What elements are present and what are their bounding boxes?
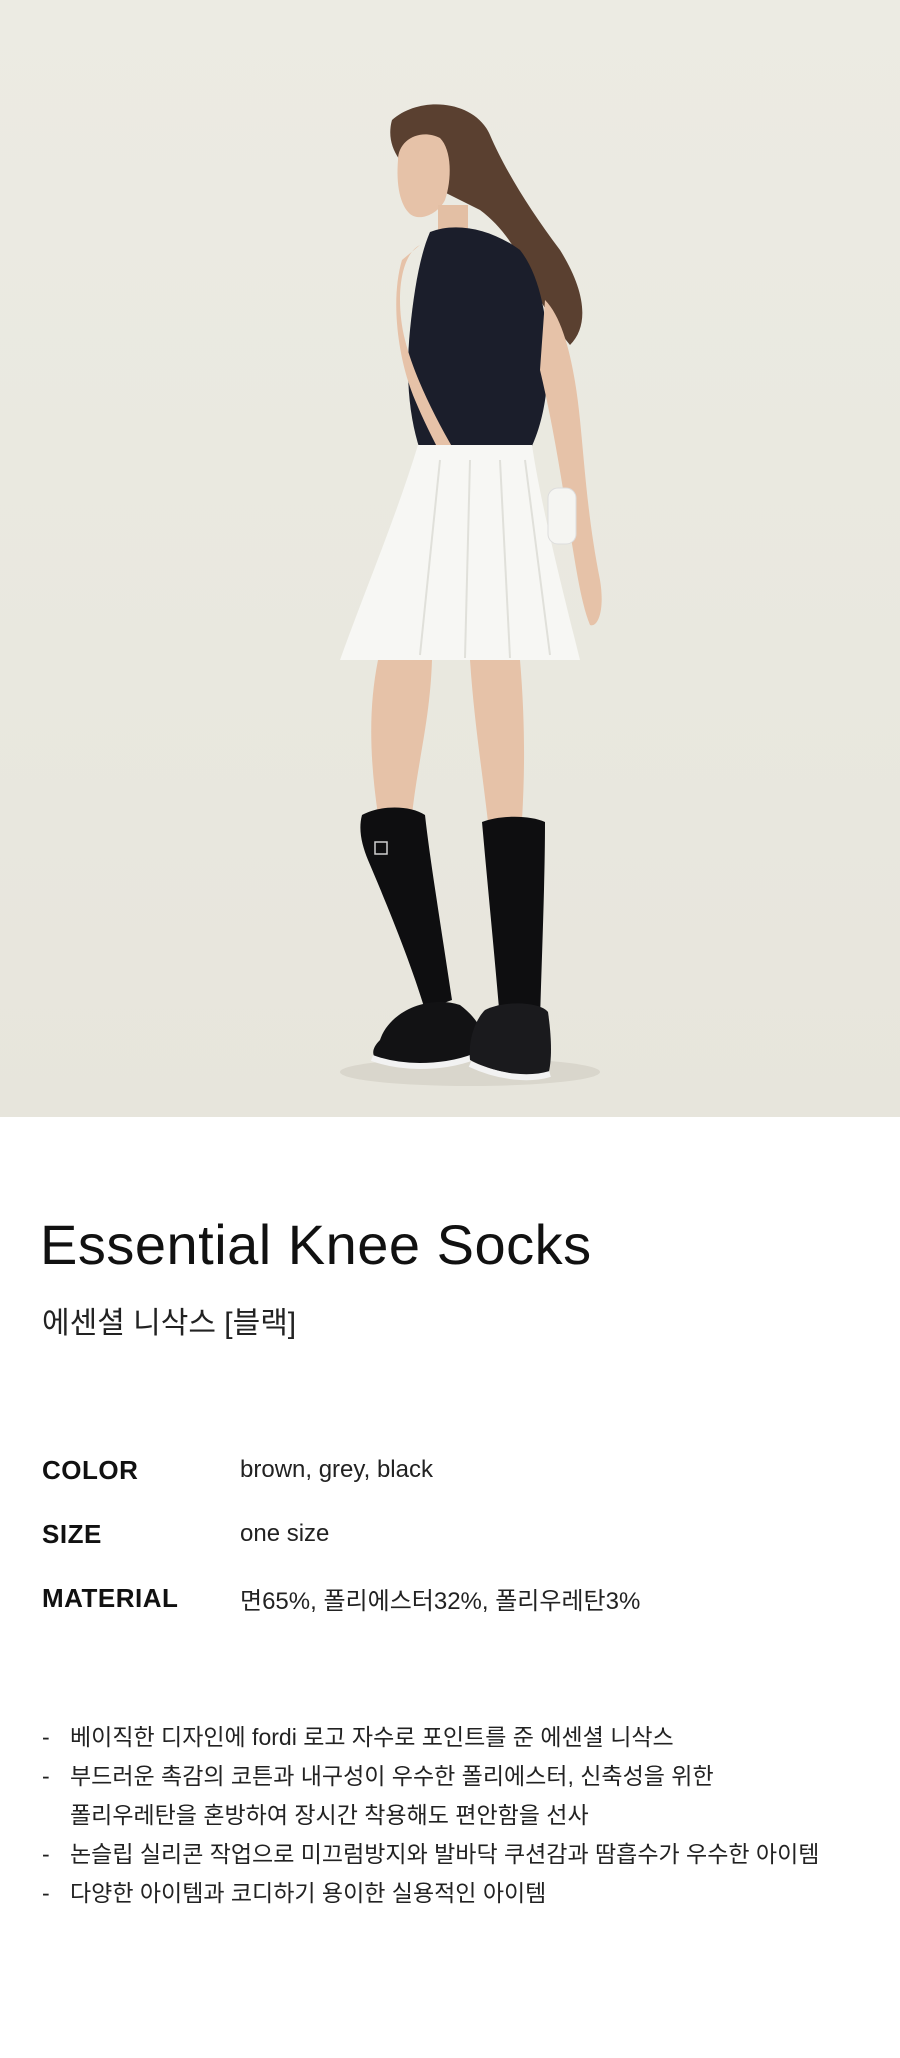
list-item: - 베이직한 디자인에 fordi 로고 자수로 포인트를 준 에센셜 니삭스 <box>42 1718 862 1757</box>
spec-row-size: SIZE one size <box>42 1502 862 1566</box>
spec-value: one size <box>240 1520 330 1547</box>
bullet: - <box>42 1724 50 1750</box>
list-item-text: 부드러운 촉감의 코튼과 내구성이 우수한 폴리에스터, 신축성을 위한 폴리우… <box>70 1763 714 1828</box>
right-leg <box>470 660 525 822</box>
face <box>397 134 450 218</box>
spec-label: MATERIAL <box>42 1582 179 1613</box>
list-item-text: 다양한 아이템과 코디하기 용이한 실용적인 아이템 <box>70 1880 547 1906</box>
list-item: - 논슬립 실리콘 작업으로 미끄럼방지와 발바닥 쿠션감과 땀흡수가 우수한 … <box>42 1835 862 1874</box>
right-shoe <box>469 1003 551 1076</box>
product-photo <box>0 0 900 1117</box>
right-sock <box>482 816 545 1020</box>
list-item-text: 논슬립 실리콘 작업으로 미끄럼방지와 발바닥 쿠션감과 땀흡수가 우수한 아이… <box>70 1841 820 1867</box>
list-item: - 다양한 아이템과 코디하기 용이한 실용적인 아이템 <box>42 1874 862 1913</box>
list-item-text: 베이직한 디자인에 fordi 로고 자수로 포인트를 준 에센셜 니삭스 <box>70 1724 674 1750</box>
skirt <box>340 445 580 660</box>
bullet: - <box>42 1763 50 1789</box>
bullet: - <box>42 1880 50 1906</box>
spec-label: SIZE <box>42 1518 102 1549</box>
product-subtitle: 에센셜 니삭스 [블랙] <box>42 1307 297 1340</box>
spec-row-color: COLOR brown, grey, black <box>42 1438 862 1502</box>
left-sock <box>360 807 452 1010</box>
model-illustration <box>340 104 602 1086</box>
spec-row-material: MATERIAL 면65%, 폴리에스터32%, 폴리우레탄3% <box>42 1566 862 1630</box>
left-leg <box>371 660 432 815</box>
spec-label: COLOR <box>42 1454 139 1485</box>
product-title: Essential Knee Socks <box>40 1213 592 1276</box>
pouch <box>547 487 577 545</box>
spec-value: 면65%, 폴리에스터32%, 폴리우레탄3% <box>240 1587 641 1615</box>
bullet: - <box>42 1841 50 1867</box>
spec-table: COLOR brown, grey, black SIZE one size M… <box>42 1438 862 1630</box>
list-item: - 부드러운 촉감의 코튼과 내구성이 우수한 폴리에스터, 신축성을 위한 폴… <box>42 1757 862 1835</box>
description-list: - 베이직한 디자인에 fordi 로고 자수로 포인트를 준 에센셜 니삭스 … <box>42 1718 862 1913</box>
spec-value: brown, grey, black <box>240 1456 433 1483</box>
